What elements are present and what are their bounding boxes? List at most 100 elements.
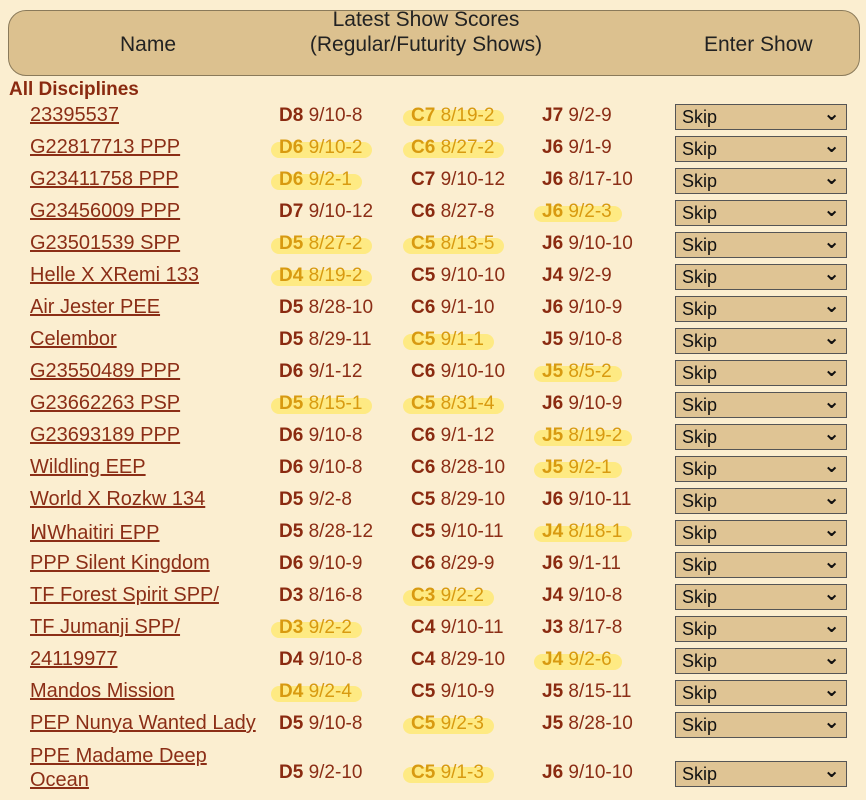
horse-link[interactable]: TF Jumanji SPP/ bbox=[30, 616, 180, 639]
score-d: D5 8/15-1 bbox=[271, 393, 373, 415]
score-c: C6 8/28-10 bbox=[411, 457, 505, 479]
horse-link[interactable]: G23550489 PPP bbox=[30, 360, 180, 383]
enter-show-select[interactable]: Skip ⌄ bbox=[675, 647, 847, 674]
horse-link[interactable]: Mandos Mission bbox=[30, 680, 175, 703]
score-value: 9/2-4 bbox=[308, 681, 352, 702]
horse-link[interactable]: World X Rozkw 134 bbox=[30, 488, 205, 511]
score-j: J6 9/10-9 bbox=[542, 393, 622, 415]
score-level: D8 bbox=[279, 105, 304, 126]
score-value: 8/29-9 bbox=[440, 553, 495, 574]
horse-link[interactable]: TF Forest Spirit SPP/ bbox=[30, 584, 219, 607]
horse-link[interactable]: G23411758 PPP bbox=[30, 168, 179, 191]
score-value: 8/29-11 bbox=[308, 329, 372, 350]
enter-show-select[interactable]: Skip ⌄ bbox=[675, 231, 847, 258]
score-level: C6 bbox=[411, 553, 436, 574]
score-level: D4 bbox=[279, 265, 304, 286]
horse-link[interactable]: PPP Silent Kingdom bbox=[30, 552, 210, 575]
score-value: 9/10-2 bbox=[308, 137, 363, 158]
horse-link[interactable]: PPE Madame Deep Ocean bbox=[30, 744, 260, 792]
enter-show-select[interactable]: Skip ⌄ bbox=[675, 359, 847, 386]
enter-show-select[interactable]: Skip ⌄ bbox=[675, 167, 847, 194]
score-value: 8/28-10 bbox=[568, 713, 633, 734]
score-level: J7 bbox=[542, 105, 564, 126]
select-value: Skip bbox=[682, 651, 718, 671]
score-c: C4 8/29-10 bbox=[411, 649, 505, 671]
enter-show-select[interactable]: Skip ⌄ bbox=[675, 679, 847, 706]
horse-link[interactable]: ꟽWhaitiri EPP bbox=[30, 520, 160, 545]
score-value: 8/5-2 bbox=[568, 361, 612, 382]
score-c: C5 8/29-10 bbox=[411, 489, 505, 511]
enter-show-select[interactable]: Skip ⌄ bbox=[675, 103, 847, 130]
select-value: Skip bbox=[682, 523, 718, 543]
horse-link[interactable]: Helle X XRemi 133 bbox=[30, 264, 199, 287]
score-j: J5 8/15-11 bbox=[542, 681, 631, 703]
enter-show-select[interactable]: Skip ⌄ bbox=[675, 487, 847, 514]
chevron-down-icon: ⌄ bbox=[823, 295, 840, 317]
score-level: D4 bbox=[279, 649, 304, 670]
score-level: C7 bbox=[411, 105, 436, 126]
score-level: C4 bbox=[411, 617, 436, 638]
score-level: D6 bbox=[279, 169, 304, 190]
select-value: Skip bbox=[682, 395, 718, 415]
score-j: J3 8/17-8 bbox=[542, 617, 622, 639]
horse-link[interactable]: Wildling EEP bbox=[30, 456, 146, 479]
enter-show-select[interactable]: Skip ⌄ bbox=[675, 263, 847, 290]
enter-show-select[interactable]: Skip ⌄ bbox=[675, 551, 847, 578]
select-value: Skip bbox=[682, 363, 718, 383]
score-value: 9/2-1 bbox=[568, 457, 612, 478]
score-value: 9/2-8 bbox=[308, 489, 352, 510]
horse-link[interactable]: G23662263 PSP bbox=[30, 392, 180, 415]
score-value: 8/28-10 bbox=[440, 457, 506, 478]
score-value: 8/28-10 bbox=[308, 297, 374, 318]
score-level: D6 bbox=[279, 425, 304, 446]
horse-link[interactable]: Celembor bbox=[30, 328, 117, 351]
enter-show-select[interactable]: Skip ⌄ bbox=[675, 711, 847, 738]
score-d: D5 8/28-10 bbox=[279, 297, 373, 319]
horse-link[interactable]: Air Jester PEE bbox=[30, 296, 160, 319]
header-enter-show: Enter Show bbox=[704, 33, 813, 56]
score-level: C4 bbox=[411, 649, 436, 670]
horse-link[interactable]: G23693189 PPP bbox=[30, 424, 180, 447]
score-level: J5 bbox=[542, 457, 564, 478]
score-j: J5 8/5-2 bbox=[534, 361, 622, 383]
score-level: D5 bbox=[279, 329, 304, 350]
table-row: Helle X XRemi 133 D4 8/19-2 C5 9/10-10 J4 9… bbox=[0, 262, 866, 294]
enter-show-select[interactable]: Skip ⌄ bbox=[675, 583, 847, 610]
score-level: C6 bbox=[411, 201, 436, 222]
horse-link[interactable]: G23456009 PPP bbox=[30, 200, 180, 223]
score-d: D6 9/2-1 bbox=[271, 169, 362, 191]
score-value: 9/2-3 bbox=[568, 201, 612, 222]
score-c: C6 8/27-8 bbox=[411, 201, 494, 223]
score-value: 9/10-10 bbox=[440, 361, 506, 382]
score-value: 9/10-8 bbox=[568, 329, 623, 350]
score-value: 8/27-2 bbox=[308, 233, 363, 254]
horse-link[interactable]: G23501539 SPP bbox=[30, 232, 180, 255]
enter-show-select[interactable]: Skip ⌄ bbox=[675, 199, 847, 226]
table-row: Celembor D5 8/29-11 C5 9/1-1 J5 9/10-8 Skip ⌄ bbox=[0, 326, 866, 358]
enter-show-select[interactable]: Skip ⌄ bbox=[675, 423, 847, 450]
score-level: J5 bbox=[542, 361, 564, 382]
enter-show-select[interactable]: Skip ⌄ bbox=[675, 615, 847, 642]
enter-show-select[interactable]: Skip ⌄ bbox=[675, 760, 847, 787]
score-d: D3 9/2-2 bbox=[271, 617, 362, 639]
score-value: 9/10-8 bbox=[308, 713, 363, 734]
horse-link[interactable]: 23395537 bbox=[30, 104, 119, 127]
enter-show-select[interactable]: Skip ⌄ bbox=[675, 455, 847, 482]
score-level: C7 bbox=[411, 169, 436, 190]
enter-show-select[interactable]: Skip ⌄ bbox=[675, 327, 847, 354]
table-row: 23395537 D8 9/10-8 C7 8/19-2 J7 9/2-9 Skip ⌄ bbox=[0, 102, 866, 134]
horse-link[interactable]: G22817713 PPP bbox=[30, 136, 180, 159]
horse-link[interactable]: PEP Nunya Wanted Lady bbox=[30, 712, 256, 735]
score-level: D6 bbox=[279, 361, 304, 382]
score-value: 8/19-2 bbox=[308, 265, 363, 286]
enter-show-select[interactable]: Skip ⌄ bbox=[675, 519, 847, 546]
table-row: TF Jumanji SPP/D3 9/2-2 C4 9/10-11 J3 8/17… bbox=[0, 614, 866, 646]
score-level: J6 bbox=[542, 553, 564, 574]
enter-show-select[interactable]: Skip ⌄ bbox=[675, 391, 847, 418]
score-value: 9/10-11 bbox=[440, 617, 504, 638]
table-row: PEP Nunya Wanted Lady D5 9/10-8 C5 9/2-3 J5… bbox=[0, 710, 866, 742]
enter-show-select[interactable]: Skip ⌄ bbox=[675, 135, 847, 162]
enter-show-select[interactable]: Skip ⌄ bbox=[675, 295, 847, 322]
horse-link[interactable]: 24119977 bbox=[30, 648, 118, 671]
chevron-down-icon: ⌄ bbox=[823, 135, 840, 157]
